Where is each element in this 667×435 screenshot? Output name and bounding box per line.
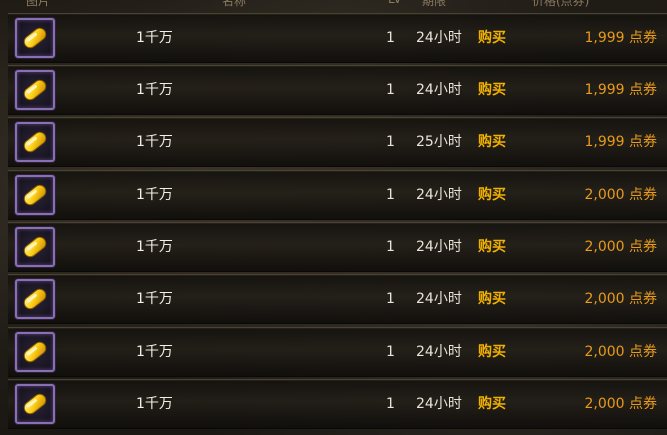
item-duration: 24小时 (416, 187, 462, 203)
item-price: 2,000 点券 (584, 187, 657, 203)
item-level: 1 (386, 396, 395, 412)
item-slot[interactable] (15, 175, 55, 215)
item-name: 1千万 (136, 30, 173, 46)
item-price: 1,999 点券 (584, 82, 657, 98)
item-slot[interactable] (15, 279, 55, 319)
item-name: 1千万 (136, 82, 173, 98)
header-lv: LV (388, 0, 402, 6)
item-level: 1 (386, 291, 395, 307)
item-price: 2,000 点券 (584, 239, 657, 255)
item-slot[interactable] (15, 70, 55, 110)
buy-button[interactable]: 购买 (478, 343, 506, 361)
item-slot[interactable] (15, 332, 55, 372)
item-name: 1千万 (136, 239, 173, 255)
item-slot[interactable] (15, 227, 55, 267)
item-price: 1,999 点券 (584, 30, 657, 46)
table-row: 1千万 1 24小时 购买 2,000 点券 (8, 170, 667, 220)
item-duration: 24小时 (416, 82, 462, 98)
item-name: 1千万 (136, 344, 173, 360)
item-price: 2,000 点券 (584, 344, 657, 360)
buy-button[interactable]: 购买 (478, 29, 506, 47)
item-duration: 24小时 (416, 396, 462, 412)
table-row: 1千万 1 24小时 购买 2,000 点券 (8, 327, 667, 377)
table-row: 1千万 1 24小时 购买 1,999 点券 (8, 13, 667, 63)
item-level: 1 (386, 239, 395, 255)
buy-button[interactable]: 购买 (478, 186, 506, 204)
item-name: 1千万 (136, 187, 173, 203)
item-name: 1千万 (136, 134, 173, 150)
table-row: 1千万 1 24小时 购买 2,000 点券 (8, 222, 667, 272)
item-duration: 24小时 (416, 344, 462, 360)
item-slot[interactable] (15, 384, 55, 424)
table-row: 1千万 1 24小时 购买 2,000 点券 (8, 274, 667, 324)
header-price: 价格(点券) (532, 0, 590, 8)
item-duration: 25小时 (416, 134, 462, 150)
item-level: 1 (386, 187, 395, 203)
item-price: 2,000 点券 (584, 291, 657, 307)
header-name: 名称 (222, 0, 247, 8)
item-name: 1千万 (136, 396, 173, 412)
item-duration: 24小时 (416, 291, 462, 307)
table-row: 1千万 1 25小时 购买 1,999 点券 (8, 117, 667, 167)
item-duration: 24小时 (416, 30, 462, 46)
buy-button[interactable]: 购买 (478, 133, 506, 151)
item-price: 1,999 点券 (584, 134, 657, 150)
item-level: 1 (386, 82, 395, 98)
table-row: 1千万 1 24小时 购买 2,000 点券 (8, 379, 667, 429)
table-row: 1千万 1 24小时 购买 1,999 点券 (8, 65, 667, 115)
buy-button[interactable]: 购买 (478, 290, 506, 308)
header-duration: 期限 (422, 0, 447, 8)
buy-button[interactable]: 购买 (478, 238, 506, 256)
header-image: 图片 (26, 0, 51, 8)
table-header: 图片 名称 LV 期限 价格(点券) (0, 0, 667, 8)
item-level: 1 (386, 344, 395, 360)
item-level: 1 (386, 30, 395, 46)
item-slot[interactable] (15, 18, 55, 58)
item-duration: 24小时 (416, 239, 462, 255)
item-name: 1千万 (136, 291, 173, 307)
buy-button[interactable]: 购买 (478, 395, 506, 413)
item-level: 1 (386, 134, 395, 150)
item-price: 2,000 点券 (584, 396, 657, 412)
buy-button[interactable]: 购买 (478, 81, 506, 99)
item-slot[interactable] (15, 122, 55, 162)
